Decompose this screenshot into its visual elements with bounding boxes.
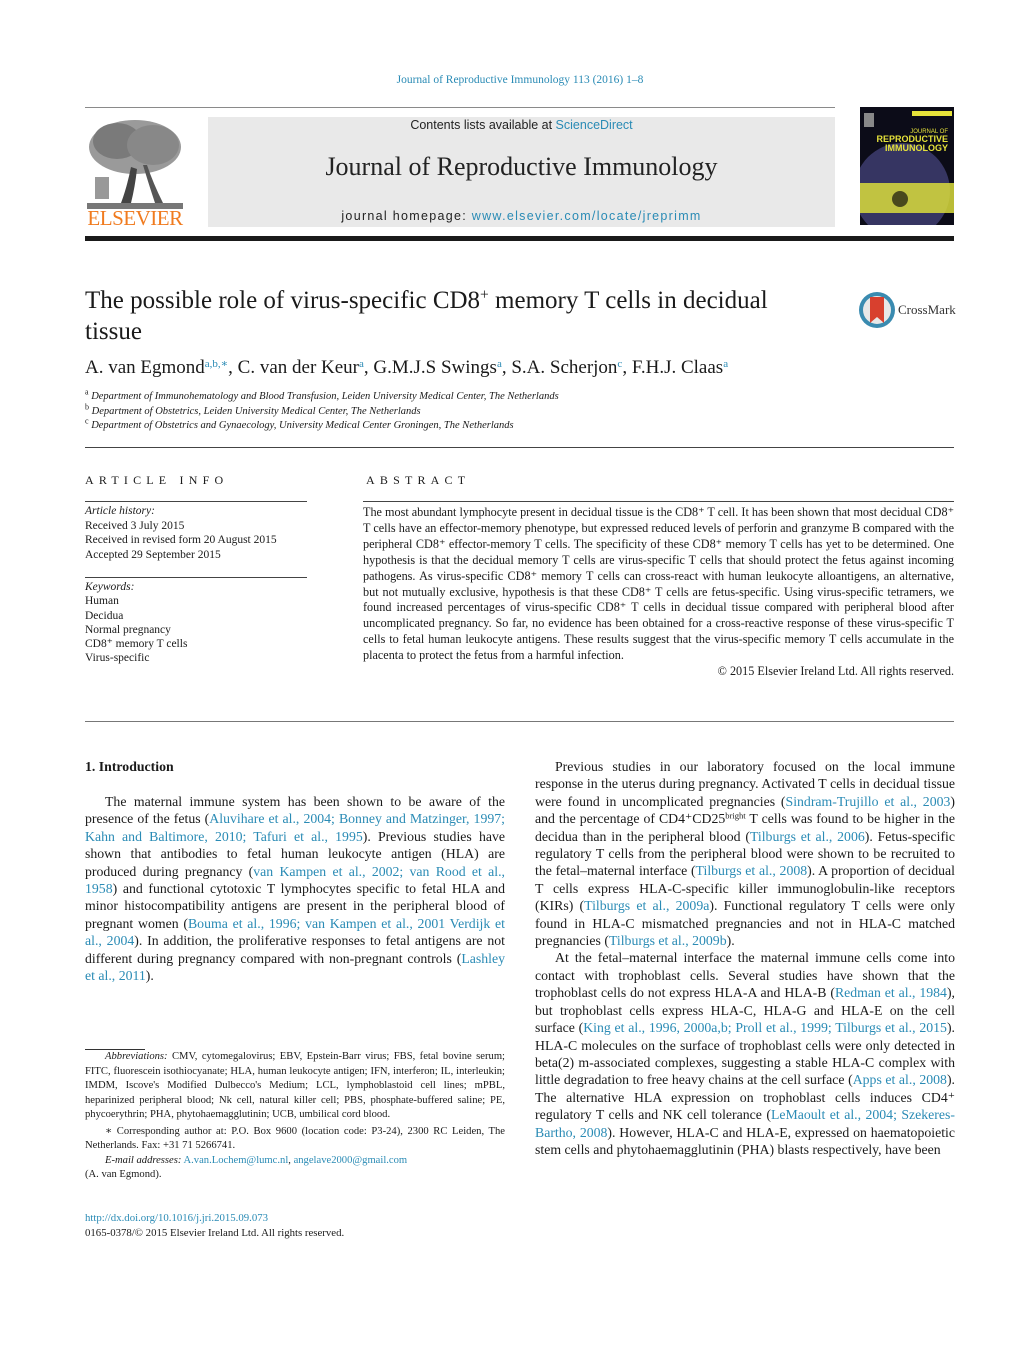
author[interactable]: S.A. Scherjonc [511, 357, 622, 378]
divider [85, 721, 954, 722]
doi-block: http://dx.doi.org/10.1016/j.jri.2015.09.… [85, 1211, 344, 1240]
crossmark-button[interactable]: CrossMark [858, 291, 958, 329]
affiliation: a Department of Immunohematology and Blo… [85, 387, 559, 402]
text-run: ). [145, 968, 154, 984]
corresponding-author-footnote: ∗ Corresponding author at: P.O. Box 9600… [85, 1125, 505, 1152]
keyword: Virus-specific [85, 652, 150, 665]
affiliation: b Department of Obstetrics, Leiden Unive… [85, 402, 421, 417]
citation-link[interactable]: Tilburgs et al., 2008 [696, 863, 808, 878]
text-run: ). In addition, the proliferative respon… [85, 933, 505, 966]
citation-link[interactable]: Redman et al., 1984 [835, 985, 947, 1000]
abstract-body: The most abundant lymphocyte present in … [363, 505, 954, 680]
sciencedirect-link[interactable]: ScienceDirect [556, 118, 633, 132]
issn-copyright: 0165-0378/© 2015 Elsevier Ireland Ltd. A… [85, 1226, 345, 1239]
keywords: Keywords: Human Decidua Normal pregnancy… [85, 580, 310, 666]
abbreviations-footnote: Abbreviations: CMV, cytomegalovirus; EBV… [85, 1051, 505, 1120]
citation-link[interactable]: Tilburgs et al., 2006 [750, 829, 865, 844]
author[interactable]: G.M.J.S Swingsa [373, 357, 501, 378]
abstract-text: The most abundant lymphocyte present in … [363, 505, 954, 663]
citation-link[interactable]: Apps et al., 2008 [853, 1072, 947, 1087]
abstract-copyright: © 2015 Elsevier Ireland Ltd. All rights … [717, 664, 954, 679]
author[interactable]: C. van der Keura [238, 357, 364, 378]
author[interactable]: F.H.J. Claasa [632, 357, 728, 378]
article-info-heading: ARTICLE INFO [85, 473, 229, 487]
footnotes: Abbreviations: CMV, cytomegalovirus; EBV… [85, 1050, 505, 1183]
citation-link[interactable]: Tilburgs et al., 2009a [584, 898, 709, 913]
crossmark-icon [859, 292, 895, 328]
citation-link[interactable]: Tilburgs et al., 2009b [609, 933, 727, 948]
article-title: The possible role of virus-specific CD8+… [85, 286, 768, 345]
elsevier-logo[interactable]: ELSEVIER [85, 117, 185, 230]
section-heading: 1. Introduction [85, 759, 174, 774]
email-footnote: E-mail addresses: A.van.Lochem@lumc.nl, … [105, 1154, 408, 1166]
keyword: Normal pregnancy [85, 623, 171, 636]
history-item: Accepted 29 September 2015 [85, 548, 221, 561]
email-link[interactable]: A.van.Lochem@lumc.nl [183, 1155, 288, 1166]
body-column-left: The maternal immune system has been show… [85, 793, 505, 984]
header-divider [85, 107, 835, 108]
author[interactable]: A. van Egmonda,b,∗ [85, 357, 228, 378]
homepage-link[interactable]: www.elsevier.com/locate/jreprimm [472, 209, 702, 223]
author-list: A. van Egmonda,b,∗, C. van der Keura, G.… [85, 357, 729, 378]
citation-link[interactable]: Sindram-Trujillo et al., 2003 [786, 794, 951, 809]
citation-link[interactable]: King et al., 1996, 2000a,b; Proll et al.… [583, 1020, 947, 1035]
article-history: Article history: Received 3 July 2015 Re… [85, 504, 310, 562]
keyword: CD8⁺ memory T cells [85, 638, 188, 651]
journal-banner: Contents lists available at ScienceDirec… [208, 117, 835, 227]
superscript: bright [725, 810, 746, 821]
affiliation: c Department of Obstetrics and Gynaecolo… [85, 416, 514, 431]
text-run: ). [726, 933, 735, 949]
paragraph: Previous studies in our laboratory focus… [535, 758, 955, 949]
keyword: Decidua [85, 609, 124, 622]
contents-available: Contents lists available at ScienceDirec… [410, 118, 633, 132]
divider [363, 501, 954, 502]
journal-citation-link[interactable]: Journal of Reproductive Immunology 113 (… [0, 74, 1020, 86]
history-item: Received in revised form 20 August 2015 [85, 534, 277, 546]
affiliations: a Department of Immunohematology and Blo… [85, 387, 955, 434]
header-thick-divider [85, 236, 954, 241]
keyword: Human [85, 595, 119, 608]
body-column-right: Previous studies in our laboratory focus… [535, 758, 955, 1158]
paragraph: The maternal immune system has been show… [85, 793, 505, 984]
journal-cover-image[interactable]: JOURNAL OF REPRODUCTIVE IMMUNOLOGY [860, 107, 954, 225]
divider [85, 447, 954, 448]
abstract-heading: ABSTRACT [366, 473, 471, 487]
doi-link[interactable]: http://dx.doi.org/10.1016/j.jri.2015.09.… [85, 1212, 268, 1224]
email-link[interactable]: angelave2000@gmail.com [294, 1155, 408, 1166]
elsevier-tree-icon [87, 117, 183, 209]
history-item: Received 3 July 2015 [85, 519, 185, 532]
divider [85, 577, 307, 578]
elsevier-wordmark: ELSEVIER [87, 206, 183, 230]
divider [85, 501, 307, 502]
crossmark-label: CrossMark [898, 302, 956, 317]
email-owner: (A. van Egmond). [85, 1169, 162, 1180]
journal-title: Journal of Reproductive Immunology [325, 152, 718, 181]
journal-homepage: journal homepage: www.elsevier.com/locat… [341, 209, 702, 223]
paragraph: At the fetal–maternal interface the mate… [535, 949, 955, 1158]
cover-title-line3: IMMUNOLOGY [885, 143, 948, 153]
cover-art-icon: JOURNAL OF REPRODUCTIVE IMMUNOLOGY [860, 107, 954, 225]
